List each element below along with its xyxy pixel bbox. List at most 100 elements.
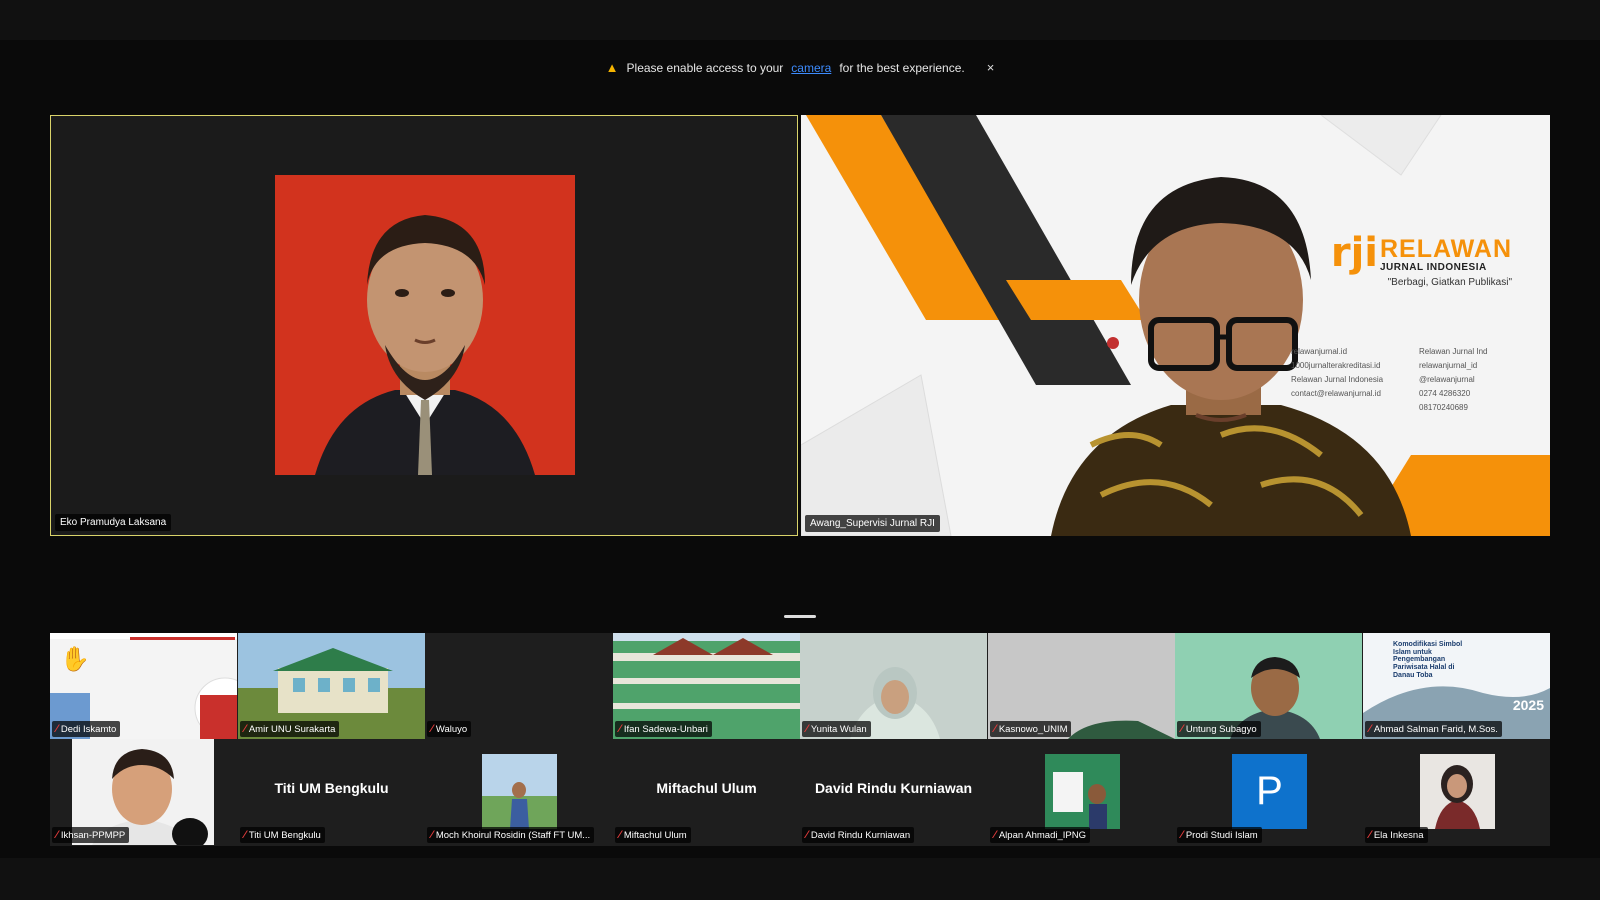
mic-muted-icon: ⁄ [1369, 829, 1371, 841]
speaker-name: Awang_Supervisi Jurnal RJI [810, 518, 935, 529]
participant-tile[interactable]: Komodifikasi Simbol Islam untuk Pengemba… [1363, 633, 1550, 739]
mic-muted-icon: ⁄ [431, 723, 433, 735]
contact-item: contact@relawanjurnal.id [1291, 389, 1381, 398]
mic-muted-icon: ⁄ [56, 723, 58, 735]
participant-tile[interactable]: ⁄ Alpan Ahmadi_IPNG [988, 739, 1175, 845]
participant-name: Moch Khoirul Rosidin (Staff FT UM... [435, 829, 591, 841]
participant-photo [1420, 754, 1495, 829]
participant-name-tag: ⁄ Ela Inkesna [1365, 827, 1428, 843]
mic-muted-icon: ⁄ [806, 829, 808, 841]
participant-name-tag: ⁄ Untung Subagyo [1177, 721, 1261, 737]
mic-muted-icon: ⁄ [619, 829, 621, 841]
speaker-name-tag: Awang_Supervisi Jurnal RJI [805, 515, 940, 532]
mic-muted-icon: ⁄ [244, 723, 246, 735]
mic-muted-icon: ⁄ [56, 829, 58, 841]
participant-name: Kasnowo_UNIM [998, 723, 1068, 735]
brand-logo: rji RELAWAN JURNAL INDONESIA "Berbagi, G… [1331, 233, 1512, 288]
participant-name: Untung Subagyo [1185, 723, 1257, 735]
participant-name: Yunita Wulan [810, 723, 867, 735]
participant-photo [1045, 754, 1120, 829]
speaker-name-tag: Eko Pramudya Laksana [55, 514, 172, 531]
participant-photo [482, 754, 557, 829]
participant-name-tag: ⁄ Prodi Studi Islam [1177, 827, 1262, 843]
participant-name: Waluyo [435, 723, 468, 735]
resize-handle[interactable] [784, 615, 816, 618]
participant-name-tag: ⁄ Miftachul Ulum [615, 827, 691, 843]
participant-tile[interactable]: ⁄ Amir UNU Surakarta [238, 633, 425, 739]
mic-muted-icon: ⁄ [806, 723, 808, 735]
mic-muted-icon: ⁄ [1181, 723, 1183, 735]
participant-tile[interactable]: Miftachul Ulum ⁄ Miftachul Ulum [613, 739, 800, 845]
mic-muted-icon: ⁄ [994, 829, 996, 841]
speaker-tile-active[interactable]: Eko Pramudya Laksana [50, 115, 798, 536]
participant-name: Miftachul Ulum [623, 829, 687, 841]
participant-tile[interactable]: David Rindu Kurniawan ⁄ David Rindu Kurni… [800, 739, 987, 845]
contact-item: 08170240689 [1419, 403, 1468, 412]
contact-item: relawanjurnal.id [1291, 347, 1348, 356]
contact-item: 0274 4286320 [1419, 389, 1471, 398]
participant-name: Titi UM Bengkulu [248, 829, 321, 841]
mic-muted-icon: ⁄ [431, 829, 433, 841]
contact-item: 1000jurnalterakreditasi.id [1291, 361, 1381, 370]
contact-item: Relawan Jurnal Indonesia [1291, 375, 1384, 384]
participant-name: Ela Inkesna [1373, 829, 1424, 841]
background-graphic [801, 115, 1550, 536]
top-bar [0, 0, 1600, 40]
participant-avatar: P [1232, 754, 1307, 829]
contact-item: @relawanjurnal [1419, 375, 1475, 384]
brand-title: RELAWAN [1380, 235, 1512, 263]
contact-list: relawanjurnal.id Relawan Jurnal Ind 1000… [1291, 347, 1539, 412]
participant-name-tag: ⁄ Ikhsan-PPMPP [52, 827, 130, 843]
slide-year: 2025 [1512, 697, 1544, 713]
participant-name: Ikhsan-PPMPP [60, 829, 126, 841]
participant-name-tag: ⁄ Waluyo [427, 721, 472, 737]
contact-item: Relawan Jurnal Ind [1419, 347, 1488, 356]
participant-tile[interactable]: ⁄ Moch Khoirul Rosidin (Staff FT UM... [425, 739, 612, 845]
speaker-name: Eko Pramudya Laksana [60, 517, 167, 528]
participant-name-tag: ⁄ Ahmad Salman Farid, M.Sos. [1365, 721, 1502, 737]
participant-name-tag: ⁄ Dedi Iskamto [52, 721, 121, 737]
speaker-tile[interactable]: rji RELAWAN JURNAL INDONESIA "Berbagi, G… [801, 115, 1550, 536]
slide-title: Komodifikasi Simbol Islam untuk Pengemba… [1393, 641, 1463, 679]
warning-icon: ▲ [605, 60, 619, 75]
participant-name-tag: ⁄ Kasnowo_UNIM [990, 721, 1072, 737]
brand-subtitle: JURNAL INDONESIA [1380, 262, 1487, 273]
participant-photo [275, 175, 575, 475]
participant-name: Dedi Iskamto [60, 723, 117, 735]
mic-muted-icon: ⁄ [244, 829, 246, 841]
notice-suffix: for the best experience. [839, 60, 965, 75]
participant-tile[interactable]: ⁄ Ikhsan-PPMPP [50, 739, 237, 845]
participant-tile[interactable]: P ⁄ Prodi Studi Islam [1175, 739, 1362, 845]
participant-name-tag: ⁄ Alpan Ahmadi_IPNG [990, 827, 1090, 843]
raised-hand-icon: ✋ [60, 646, 90, 673]
close-icon[interactable]: × [987, 60, 995, 75]
participant-tile[interactable]: ⁄ Kasnowo_UNIM [988, 633, 1175, 739]
participant-tile[interactable]: ✋ ⁄ Dedi Iskamto [50, 633, 237, 739]
participant-name: David Rindu Kurniawan [810, 829, 911, 841]
brand-tagline: "Berbagi, Giatkan Publikasi" [1387, 277, 1512, 288]
mic-muted-icon: ⁄ [1369, 723, 1371, 735]
participant-name: Amir UNU Surakarta [248, 723, 336, 735]
participant-tile[interactable]: ⁄ Ela Inkesna [1363, 739, 1550, 845]
mic-muted-icon: ⁄ [1181, 829, 1183, 841]
rji-logo: rji [1331, 233, 1378, 273]
contact-item [1291, 403, 1411, 412]
participant-name-tag: ⁄ David Rindu Kurniawan [802, 827, 915, 843]
contact-item: relawanjurnal_id [1419, 361, 1478, 370]
participant-tile[interactable]: Titi UM Bengkulu ⁄ Titi UM Bengkulu [238, 739, 425, 845]
camera-link[interactable]: camera [791, 61, 831, 75]
rji-logo-mark: rji [1330, 230, 1378, 276]
participant-name-tag: ⁄ Ifan Sadewa-Unbari [615, 721, 712, 737]
participant-name: Ifan Sadewa-Unbari [623, 723, 708, 735]
notice-prefix: Please enable access to your [626, 60, 784, 75]
participant-tile[interactable]: ⁄ Waluyo [425, 633, 612, 739]
camera-notice: ▲ Please enable access to your camera fo… [0, 60, 1600, 75]
participant-name-tag: ⁄ Yunita Wulan [802, 721, 871, 737]
participant-tile[interactable]: ⁄ Yunita Wulan [800, 633, 987, 739]
mic-muted-icon: ⁄ [619, 723, 621, 735]
mic-muted-icon: ⁄ [994, 723, 996, 735]
participant-tile[interactable]: ⁄ Ifan Sadewa-Unbari [613, 633, 800, 739]
participant-tile[interactable]: ⁄ Untung Subagyo [1175, 633, 1362, 739]
participant-name: Ahmad Salman Farid, M.Sos. [1373, 723, 1498, 735]
participant-name-tag: ⁄ Titi UM Bengkulu [240, 827, 325, 843]
